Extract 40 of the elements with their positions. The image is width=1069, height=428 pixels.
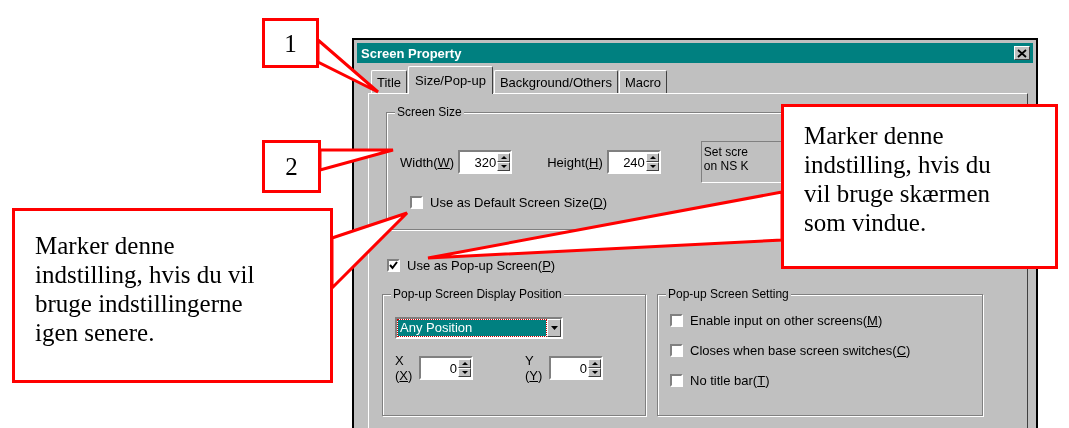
dropdown[interactable]: Any Position [395, 317, 563, 339]
checkbox-label: No title bar(T) [690, 373, 770, 388]
checkbox-label: Use as Pop-up Screen(P) [407, 258, 556, 273]
callout-text: Marker denne [35, 231, 176, 260]
callout-text: indstilling, hvis du vil [35, 260, 256, 289]
callout-text: Marker denne [804, 121, 945, 150]
callout-text: indstilling, hvis du [804, 150, 992, 179]
field-label: Width(W) [400, 154, 455, 170]
callout-text: bruge indstillingerne [35, 289, 244, 318]
info-text: Set scre [703, 145, 749, 159]
checkbox[interactable] [410, 196, 423, 209]
checkbox[interactable] [387, 259, 400, 272]
checkbox-label: Enable input on other screens(M) [690, 313, 883, 328]
group-title: Pop-up Screen Setting [666, 287, 791, 301]
callout-text: som vindue. [804, 208, 928, 237]
callout-text: 1 [284, 28, 297, 58]
checkbox[interactable] [670, 374, 683, 387]
spin-field[interactable]: 240 [606, 150, 661, 174]
close-button[interactable] [1014, 46, 1030, 60]
window-title: Screen Property [361, 45, 462, 61]
tab[interactable]: Macro [618, 70, 668, 93]
field-label: Y (Y) [525, 353, 544, 383]
caret-icon [550, 326, 558, 330]
spin-field[interactable]: 0 [549, 356, 603, 380]
checkbox[interactable] [670, 314, 683, 327]
checkbox-label: Closes when base screen switches(C) [690, 343, 911, 358]
spin-field[interactable]: 0 [419, 356, 473, 380]
checkbox[interactable] [670, 344, 683, 357]
callout-text: vil bruge skærmen [804, 179, 992, 208]
group-title: Pop-up Screen Display Position [391, 287, 564, 301]
callout-text: 2 [285, 152, 298, 181]
group-title: Screen Size [395, 105, 464, 119]
tab[interactable]: Background/Others [493, 70, 618, 93]
spin-field[interactable]: 320 [458, 150, 513, 174]
close-icon [1017, 48, 1027, 58]
tab[interactable]: Size/Pop-up [408, 66, 493, 94]
field-label: Height(H) [547, 154, 603, 170]
checkbox-label: Use as Default Screen Size(D) [430, 195, 608, 210]
field-label: X (X) [395, 353, 414, 383]
callout-text: igen senere. [35, 318, 156, 347]
